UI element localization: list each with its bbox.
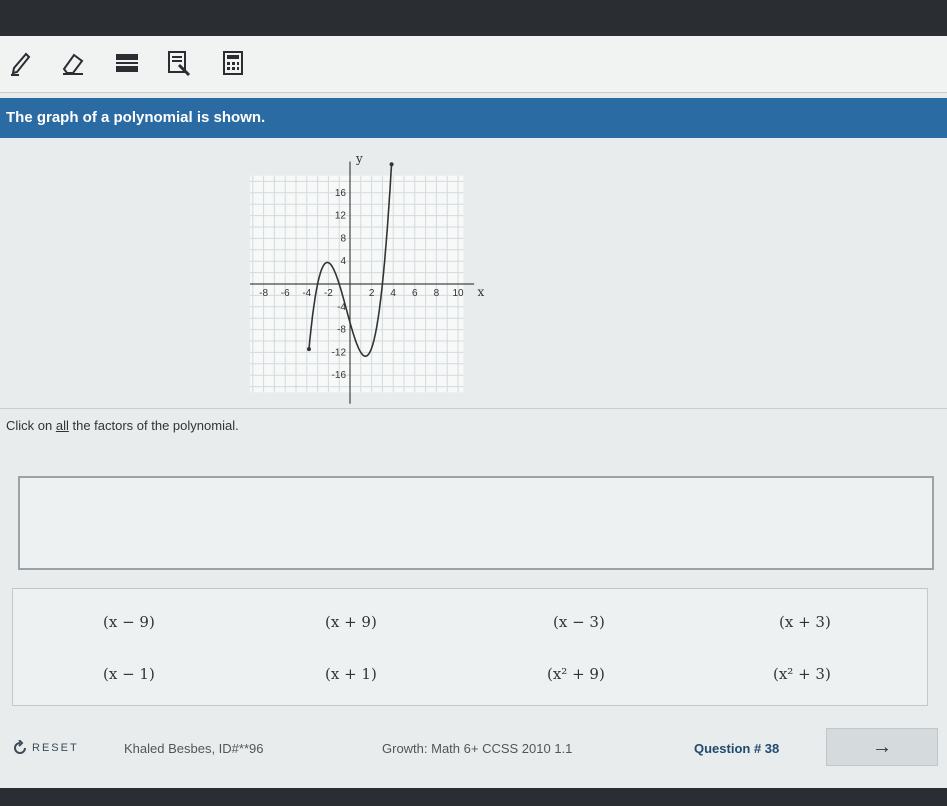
highlighter-icon[interactable]	[4, 46, 38, 80]
graph-svg: -10-8-6-4-2246810161284-4-8-12-16yx	[227, 152, 484, 404]
y-tick-label: 16	[335, 188, 347, 199]
y-tick-label: -16	[332, 370, 347, 381]
course-info: Growth: Math 6+ CCSS 2010 1.1	[382, 741, 573, 756]
student-info: Khaled Besbes, ID#**96	[124, 741, 264, 756]
choice-x-plus-3[interactable]: (x + 3)	[775, 611, 835, 633]
toolbar	[0, 36, 947, 93]
x-tick-label: -2	[324, 288, 333, 299]
prompt-before: Click on	[6, 418, 56, 433]
choice-x-squared-plus-9[interactable]: (x² + 9)	[543, 663, 609, 685]
question-banner: The graph of a polynomial is shown.	[0, 98, 947, 138]
choice-x-squared-plus-3[interactable]: (x² + 3)	[769, 663, 835, 685]
curve-end-left	[306, 347, 311, 352]
next-arrow-icon: →	[872, 735, 892, 758]
reset-label: RESET	[32, 742, 79, 754]
y-axis-label: y	[355, 154, 363, 166]
reset-button[interactable]: RESET	[12, 740, 79, 756]
assessment-frame: The graph of a polynomial is shown. -10-…	[0, 36, 947, 788]
choice-x-minus-9[interactable]: (x − 9)	[99, 611, 159, 633]
choice-x-plus-9[interactable]: (x + 9)	[321, 611, 381, 633]
choice-panel: (x − 9) (x + 9) (x − 3) (x + 3) (x − 1) …	[12, 588, 928, 706]
footer-bar: RESET Khaled Besbes, ID#**96 Growth: Mat…	[0, 728, 947, 784]
x-tick-label: 4	[390, 288, 396, 299]
y-tick-label: -8	[337, 325, 346, 336]
choice-x-plus-1[interactable]: (x + 1)	[321, 663, 381, 685]
x-tick-label: -6	[281, 288, 290, 299]
reference-sheet-icon[interactable]	[162, 46, 196, 80]
x-tick-label: -4	[302, 288, 311, 299]
question-number: Question # 38	[694, 741, 780, 756]
polynomial-graph: -10-8-6-4-2246810161284-4-8-12-16yx	[227, 152, 515, 409]
instruction-text: Click on all the factors of the polynomi…	[6, 418, 239, 433]
x-axis-label: x	[477, 285, 484, 299]
y-tick-label: 8	[340, 233, 346, 244]
y-tick-label: -12	[332, 347, 347, 358]
prompt-emphasis: all	[55, 418, 69, 433]
answer-drop-area[interactable]	[18, 476, 934, 570]
y-tick-label: 4	[340, 256, 346, 267]
x-tick-label: 2	[369, 288, 375, 299]
choice-x-minus-1[interactable]: (x − 1)	[99, 663, 159, 685]
reset-icon	[14, 740, 26, 754]
line-reader-icon[interactable]	[110, 46, 144, 80]
x-tick-label: 10	[452, 288, 464, 299]
x-tick-label: -8	[259, 288, 268, 299]
divider	[0, 408, 947, 409]
calculator-icon[interactable]	[216, 46, 250, 80]
prompt-after: the factors of the polynomial.	[68, 418, 239, 433]
y-tick-label: 12	[335, 211, 347, 222]
x-tick-label: 6	[412, 288, 418, 299]
x-tick-label: 8	[434, 288, 440, 299]
choice-x-minus-3[interactable]: (x − 3)	[549, 611, 609, 633]
curve-end-right	[389, 162, 394, 167]
eraser-icon[interactable]	[56, 46, 90, 80]
next-button[interactable]: →	[826, 728, 938, 766]
